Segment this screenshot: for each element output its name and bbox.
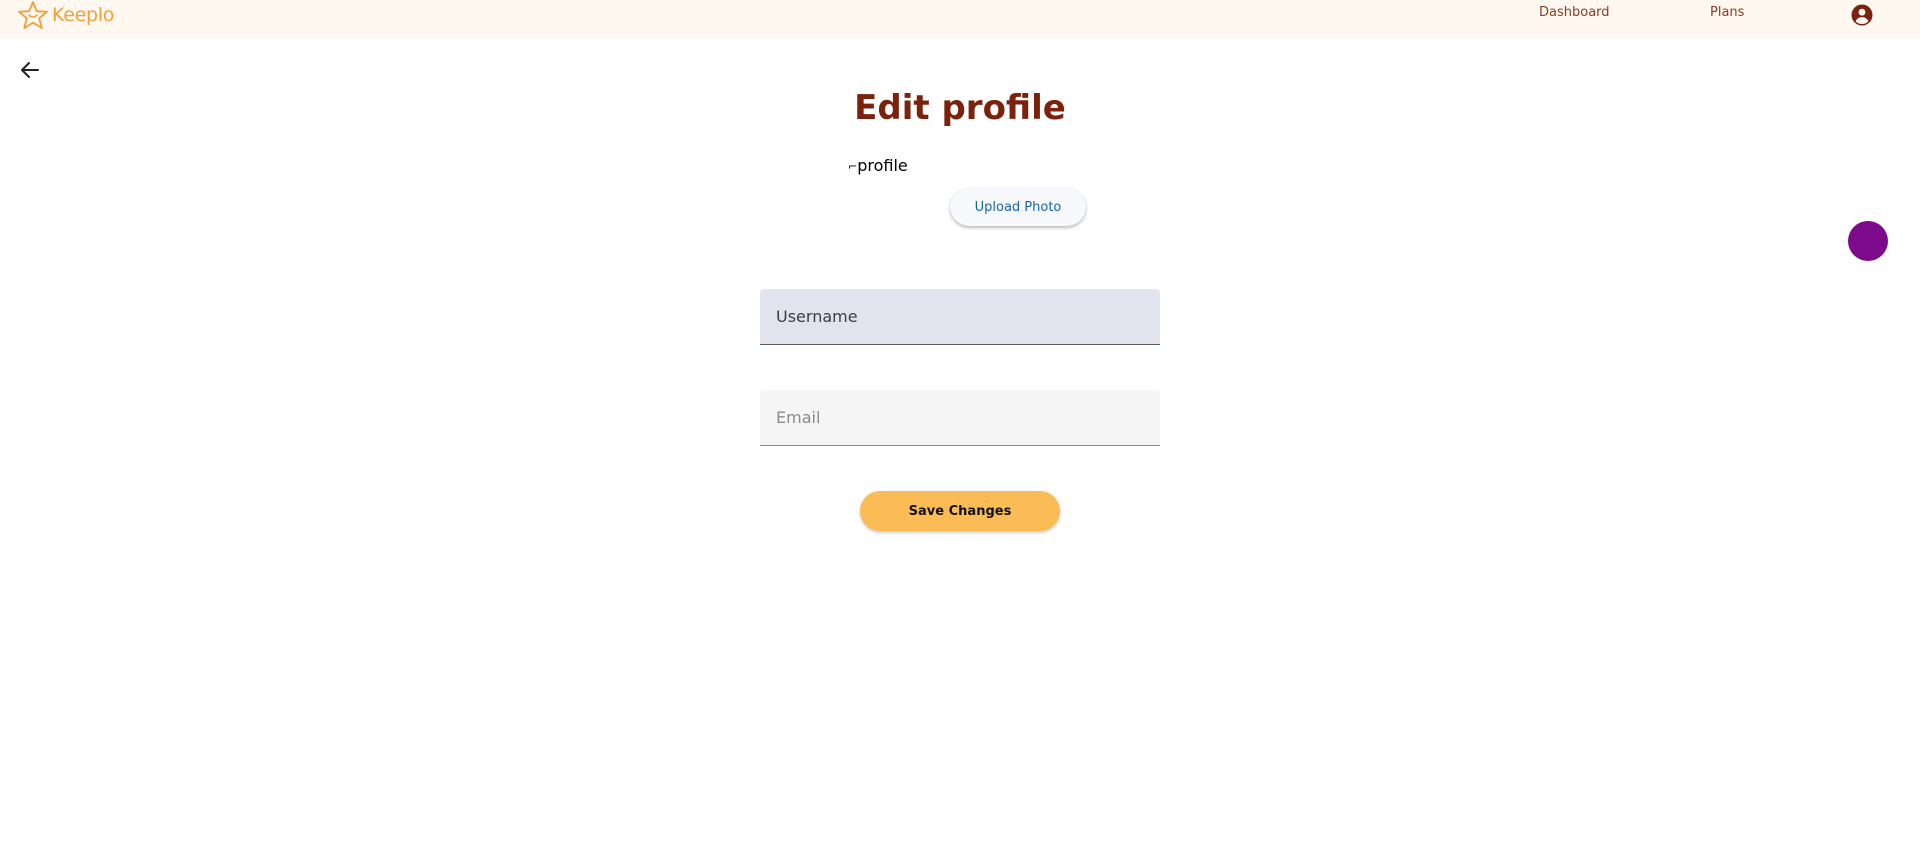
floating-action-button[interactable] <box>1848 221 1888 261</box>
profile-image: ⌐profile <box>848 156 908 175</box>
brand-logo-link[interactable]: Keeplo <box>16 0 114 30</box>
profile-image-alt: profile <box>857 156 908 175</box>
email-field[interactable] <box>760 390 1160 446</box>
nav-dashboard-link[interactable]: Dashboard <box>1539 5 1610 20</box>
arrow-left-icon[interactable] <box>18 58 42 82</box>
account-circle-icon[interactable] <box>1850 3 1874 27</box>
page-title: Edit profile <box>854 88 1066 128</box>
top-navigation-bar: Keeplo Dashboard Plans <box>0 0 1920 39</box>
upload-photo-button[interactable]: Upload Photo <box>950 188 1086 226</box>
save-changes-button[interactable]: Save Changes <box>860 491 1060 531</box>
star-logo-icon <box>18 1 48 29</box>
nav-plans-link[interactable]: Plans <box>1710 5 1744 20</box>
username-field[interactable] <box>760 289 1160 345</box>
email-input[interactable] <box>760 390 1160 445</box>
username-input[interactable] <box>760 289 1160 344</box>
brand-name: Keeplo <box>52 4 115 26</box>
broken-image-icon: ⌐ <box>848 160 858 173</box>
